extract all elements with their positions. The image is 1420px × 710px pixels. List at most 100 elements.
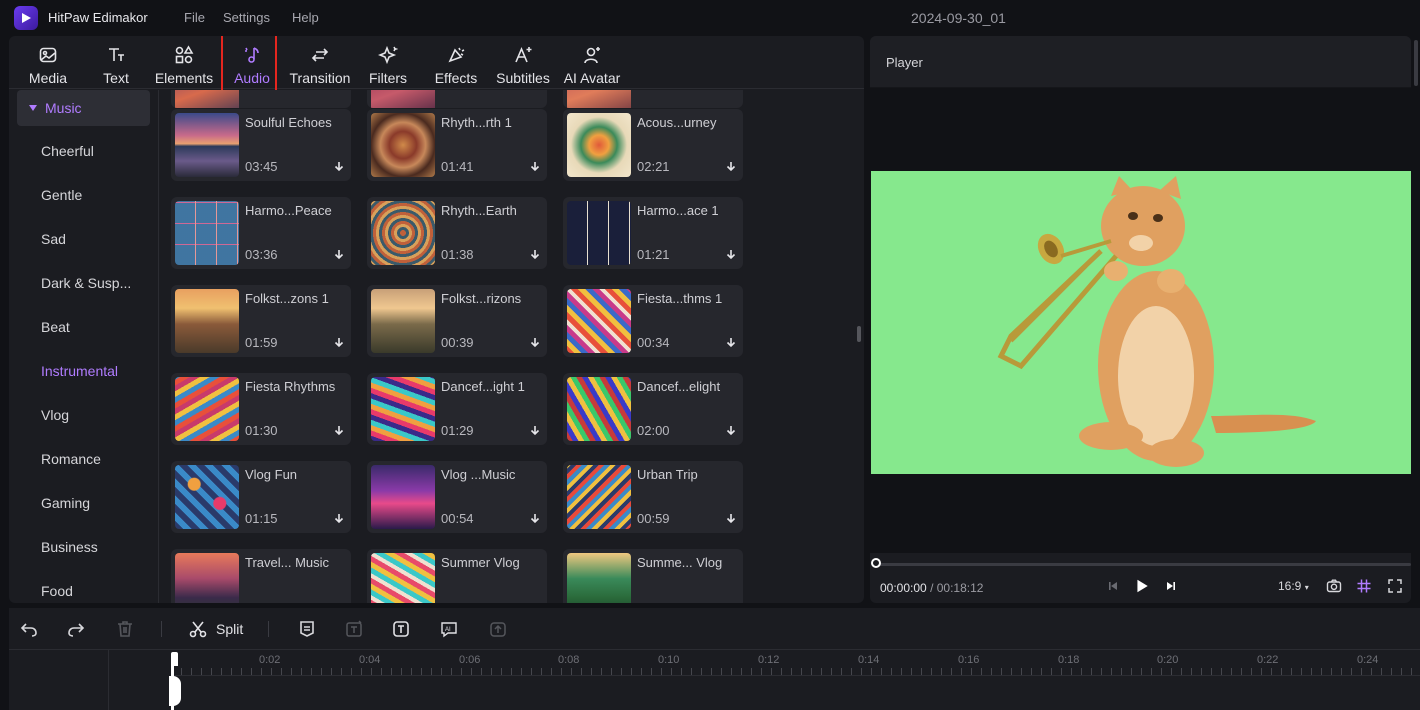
player-progress-knob[interactable] (871, 558, 881, 568)
music-card[interactable]: Fiesta Rhythms 01:30 (171, 373, 351, 445)
tab-transition[interactable]: Transition (289, 40, 351, 86)
download-icon[interactable] (725, 249, 737, 261)
menu-help[interactable]: Help (292, 10, 319, 25)
previous-frame-button[interactable] (1106, 577, 1120, 595)
download-icon[interactable] (333, 249, 345, 261)
category-music[interactable]: Music (17, 90, 150, 126)
player-title: Player (886, 55, 923, 70)
play-icon (1137, 579, 1148, 593)
music-card[interactable]: Travel... Music (171, 549, 351, 603)
download-icon[interactable] (333, 337, 345, 349)
music-card-partial[interactable] (171, 90, 351, 108)
undo-button[interactable] (19, 619, 39, 639)
tab-media[interactable]: Media (27, 40, 69, 86)
download-icon[interactable] (529, 249, 541, 261)
timeline-ruler[interactable]: 0:02 0:04 0:06 0:08 0:10 0:12 0:14 0:16 … (9, 650, 1420, 710)
music-title: Rhyth...rth 1 (441, 115, 512, 130)
ai-avatar-icon (580, 43, 604, 67)
redo-button[interactable] (66, 619, 86, 639)
svg-text:AI: AI (445, 627, 451, 633)
download-icon[interactable] (725, 161, 737, 173)
tick-label: 0:12 (758, 654, 780, 666)
tab-text[interactable]: Text (99, 40, 133, 86)
download-icon[interactable] (725, 425, 737, 437)
category-gaming[interactable]: Gaming (17, 485, 150, 521)
download-icon[interactable] (529, 425, 541, 437)
category-dark-suspense[interactable]: Dark & Susp... (17, 265, 150, 301)
music-card[interactable]: Fiesta...thms 1 00:34 (563, 285, 743, 357)
music-card[interactable]: Rhyth...rth 1 01:41 (367, 109, 547, 181)
menu-settings[interactable]: Settings (223, 10, 270, 25)
music-card-partial[interactable] (563, 90, 743, 108)
tab-ai-avatar[interactable]: AI Avatar (562, 40, 622, 86)
menu-file[interactable]: File (184, 10, 205, 25)
music-card[interactable]: Dancef...ight 1 01:29 (367, 373, 547, 445)
category-gentle[interactable]: Gentle (17, 177, 150, 213)
tab-filters[interactable]: Filters (368, 40, 408, 86)
music-card[interactable]: Dancef...elight 02:00 (563, 373, 743, 445)
music-card[interactable]: Acous...urney 02:21 (563, 109, 743, 181)
music-card[interactable]: Summe... Vlog (563, 549, 743, 603)
download-icon[interactable] (333, 161, 345, 173)
download-icon[interactable] (333, 513, 345, 525)
music-card[interactable]: Urban Trip 00:59 (563, 461, 743, 533)
split-button[interactable]: Split (188, 619, 243, 639)
music-card[interactable]: Vlog ...Music 00:54 (367, 461, 547, 533)
tab-effects[interactable]: Effects (434, 40, 478, 86)
tab-filters-label: Filters (368, 70, 408, 86)
ai-button[interactable]: AI (439, 619, 459, 639)
music-card[interactable]: Harmo...ace 1 01:21 (563, 197, 743, 269)
player-progress-track[interactable] (875, 563, 1411, 566)
playhead-handle[interactable] (169, 676, 181, 706)
upload-icon (490, 622, 506, 637)
category-instrumental[interactable]: Instrumental (17, 353, 150, 389)
grid-toggle-button[interactable] (1356, 577, 1372, 595)
video-preview[interactable] (871, 171, 1411, 474)
main-toolbar: Media Text Elements Audio Transition Fil… (9, 36, 864, 94)
download-icon[interactable] (725, 513, 737, 525)
play-button[interactable] (1134, 577, 1150, 595)
music-duration: 01:59 (245, 335, 278, 350)
scissors-icon (189, 621, 207, 638)
delete-button[interactable] (115, 619, 135, 639)
category-sad[interactable]: Sad (17, 221, 150, 257)
music-card[interactable]: Folkst...rizons 00:39 (367, 285, 547, 357)
music-title: Folkst...rizons (441, 291, 522, 306)
music-card[interactable]: Rhyth...Earth 01:38 (367, 197, 547, 269)
music-card[interactable]: Vlog Fun 01:15 (171, 461, 351, 533)
next-frame-button[interactable] (1164, 577, 1178, 595)
music-grid: Soulful Echoes 03:45 Rhyth...rth 1 01:41… (160, 90, 864, 603)
category-beat[interactable]: Beat (17, 309, 150, 345)
download-icon[interactable] (333, 425, 345, 437)
category-business[interactable]: Business (17, 529, 150, 565)
panel-resize-handle[interactable] (857, 326, 861, 342)
window-scrollbar[interactable] (1414, 40, 1418, 86)
music-card[interactable]: Harmo...Peace 03:36 (171, 197, 351, 269)
music-thumbnail (371, 289, 435, 353)
music-card[interactable]: Summer Vlog (367, 549, 547, 603)
category-food[interactable]: Food (17, 573, 150, 603)
add-text-button[interactable] (391, 619, 411, 639)
download-icon[interactable] (529, 337, 541, 349)
music-card[interactable]: Soulful Echoes 03:45 (171, 109, 351, 181)
download-icon[interactable] (529, 513, 541, 525)
download-icon[interactable] (725, 337, 737, 349)
category-cheerful[interactable]: Cheerful (17, 133, 150, 169)
snapshot-button[interactable] (1326, 577, 1342, 595)
category-vlog[interactable]: Vlog (17, 397, 150, 433)
download-icon[interactable] (529, 161, 541, 173)
player-viewport (870, 88, 1411, 553)
text-to-speech-button[interactable] (344, 619, 364, 639)
timeline-playhead[interactable] (169, 650, 181, 710)
tab-elements[interactable]: Elements (154, 40, 214, 86)
music-card[interactable]: Folkst...zons 1 01:59 (171, 285, 351, 357)
category-romance[interactable]: Romance (17, 441, 150, 477)
export-clip-button[interactable] (488, 619, 508, 639)
subtitles-icon (511, 43, 535, 67)
music-card-partial[interactable] (367, 90, 547, 108)
marker-button[interactable] (297, 619, 317, 639)
aspect-ratio-select[interactable]: 16:9 ▾ (1278, 579, 1309, 593)
tab-subtitles[interactable]: Subtitles (496, 40, 550, 86)
tick-label: 0:10 (658, 654, 680, 666)
fullscreen-button[interactable] (1387, 577, 1403, 595)
